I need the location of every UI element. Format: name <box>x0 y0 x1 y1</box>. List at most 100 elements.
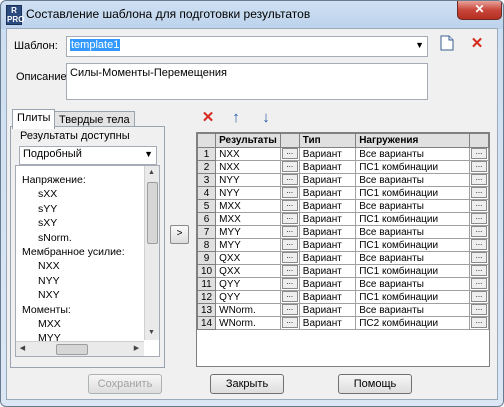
load-cell[interactable]: ПС1 комбинации <box>355 160 470 174</box>
horizontal-scrollbar[interactable]: ◀ ▶ <box>16 341 144 356</box>
help-button[interactable]: Помощь <box>338 374 412 394</box>
load-cell[interactable]: ПС1 комбинации <box>355 212 470 226</box>
tree-item-result[interactable]: sYY <box>38 203 57 215</box>
type-cell[interactable]: Вариант <box>298 277 357 291</box>
scroll-thumb[interactable] <box>56 344 88 355</box>
table-row[interactable]: 13 WNorm.... Вариант Все варианты... <box>197 303 489 317</box>
result-picker-button[interactable]: ... <box>281 317 298 329</box>
type-cell[interactable]: Вариант <box>298 160 357 174</box>
vertical-scrollbar[interactable]: ▲ ▼ <box>144 166 159 340</box>
results-grid[interactable]: Результаты Тип Нагружения 1 NXX... Вариант… <box>196 132 490 367</box>
result-picker-button[interactable]: ... <box>281 252 298 264</box>
type-cell[interactable]: Вариант <box>298 251 357 265</box>
result-picker-button[interactable]: ... <box>281 213 298 225</box>
tree-item-result[interactable]: NYY <box>38 275 60 287</box>
header-type[interactable]: Тип <box>298 133 357 148</box>
scroll-left-icon[interactable]: ◀ <box>16 342 29 355</box>
load-cell[interactable]: Все варианты <box>355 173 470 187</box>
load-picker-button[interactable]: ... <box>470 161 487 173</box>
load-picker-button[interactable]: ... <box>470 291 487 303</box>
tree-item-result[interactable]: sXY <box>38 217 57 229</box>
result-cell[interactable]: NYY <box>215 186 281 200</box>
load-cell[interactable]: Все варианты <box>355 277 470 291</box>
type-cell[interactable]: Вариант <box>298 303 357 317</box>
tab-plates[interactable]: Плиты <box>12 109 56 129</box>
load-cell[interactable]: Все варианты <box>355 303 470 317</box>
table-row[interactable]: 6 MXX... Вариант ПС1 комбинации... <box>197 212 489 226</box>
result-cell[interactable]: NXX <box>215 147 281 161</box>
type-cell[interactable]: Вариант <box>298 290 357 304</box>
load-cell[interactable]: Все варианты <box>355 225 470 239</box>
scroll-up-icon[interactable]: ▲ <box>145 166 158 179</box>
tree-item-group[interactable]: Моменты: <box>22 304 71 316</box>
tree-item-result[interactable]: NXX <box>38 260 60 272</box>
result-cell[interactable]: WNorm. <box>215 303 281 317</box>
load-picker-button[interactable]: ... <box>470 252 487 264</box>
load-picker-button[interactable]: ... <box>470 239 487 251</box>
delete-template-icon[interactable]: ✕ <box>467 34 487 54</box>
load-picker-button[interactable]: ... <box>470 187 487 199</box>
detail-mode-combobox[interactable]: Подробный ▼ <box>19 146 157 165</box>
load-cell[interactable]: Все варианты <box>355 251 470 265</box>
results-tree[interactable]: Напряжение: sXX sYY sXY sNorm. Мембранное уси… <box>15 165 160 357</box>
scroll-thumb[interactable] <box>147 182 158 244</box>
table-row[interactable]: 7 MYY... Вариант Все варианты... <box>197 225 489 239</box>
header-loads[interactable]: Нагружения <box>355 133 470 148</box>
table-row[interactable]: 10 QXX... Вариант ПС1 комбинации... <box>197 264 489 278</box>
result-cell[interactable]: MXX <box>215 212 281 226</box>
type-cell[interactable]: Вариант <box>298 173 357 187</box>
move-down-icon[interactable]: ↓ <box>256 108 276 128</box>
result-picker-button[interactable]: ... <box>281 291 298 303</box>
load-cell[interactable]: ПС1 комбинации <box>355 238 470 252</box>
table-row[interactable]: 12 QYY... Вариант ПС1 комбинации... <box>197 290 489 304</box>
result-picker-button[interactable]: ... <box>281 174 298 186</box>
chevron-down-icon[interactable]: ▼ <box>144 149 153 159</box>
result-picker-button[interactable]: ... <box>281 226 298 238</box>
header-results[interactable]: Результаты <box>215 133 281 148</box>
tree-item-result[interactable]: NXY <box>38 289 60 301</box>
type-cell[interactable]: Вариант <box>298 199 357 213</box>
description-textarea[interactable]: Силы-Моменты-Перемещения <box>66 63 428 100</box>
type-cell[interactable]: Вариант <box>298 316 357 330</box>
table-row[interactable]: 3 NYY... Вариант Все варианты... <box>197 173 489 187</box>
tree-item-group[interactable]: Напряжение: <box>22 174 86 186</box>
move-up-icon[interactable]: ↑ <box>226 108 246 128</box>
add-to-template-button[interactable]: > <box>170 225 189 244</box>
type-cell[interactable]: Вариант <box>298 225 357 239</box>
result-cell[interactable]: QXX <box>215 251 281 265</box>
result-cell[interactable]: QYY <box>215 290 281 304</box>
load-cell[interactable]: ПС1 комбинации <box>355 290 470 304</box>
result-picker-button[interactable]: ... <box>281 278 298 290</box>
result-cell[interactable]: WNorm. <box>215 316 281 330</box>
table-row[interactable]: 2 NXX... Вариант ПС1 комбинации... <box>197 160 489 174</box>
load-picker-button[interactable]: ... <box>470 278 487 290</box>
table-row[interactable]: 1 NXX... Вариант Все варианты... <box>197 147 489 161</box>
load-picker-button[interactable]: ... <box>470 265 487 277</box>
load-cell[interactable]: Все варианты <box>355 147 470 161</box>
load-cell[interactable]: ПС1 комбинации <box>355 264 470 278</box>
tree-item-result[interactable]: sXX <box>38 188 57 200</box>
tree-item-result[interactable]: sNorm. <box>38 232 72 244</box>
result-cell[interactable]: NXX <box>215 160 281 174</box>
tree-item-group[interactable]: Мембранное усилие: <box>22 246 125 258</box>
result-picker-button[interactable]: ... <box>281 265 298 277</box>
type-cell[interactable]: Вариант <box>298 212 357 226</box>
load-picker-button[interactable]: ... <box>470 213 487 225</box>
load-cell[interactable]: Все варианты <box>355 199 470 213</box>
result-picker-button[interactable]: ... <box>281 161 298 173</box>
result-picker-button[interactable]: ... <box>281 304 298 316</box>
load-picker-button[interactable]: ... <box>470 148 487 160</box>
result-cell[interactable]: MYY <box>215 238 281 252</box>
load-picker-button[interactable]: ... <box>470 226 487 238</box>
load-cell[interactable]: ПС1 комбинации <box>355 186 470 200</box>
delete-row-icon[interactable]: ✕ <box>198 108 218 128</box>
chevron-down-icon[interactable]: ▼ <box>415 40 424 50</box>
template-combobox[interactable]: template1 ▼ <box>66 36 428 57</box>
load-cell[interactable]: ПС2 комбинации <box>355 316 470 330</box>
type-cell[interactable]: Вариант <box>298 264 357 278</box>
type-cell[interactable]: Вариант <box>298 186 357 200</box>
table-row[interactable]: 5 MXX... Вариант Все варианты... <box>197 199 489 213</box>
table-row[interactable]: 14 WNorm.... Вариант ПС2 комбинации... <box>197 316 489 330</box>
type-cell[interactable]: Вариант <box>298 238 357 252</box>
scroll-down-icon[interactable]: ▼ <box>145 326 158 339</box>
